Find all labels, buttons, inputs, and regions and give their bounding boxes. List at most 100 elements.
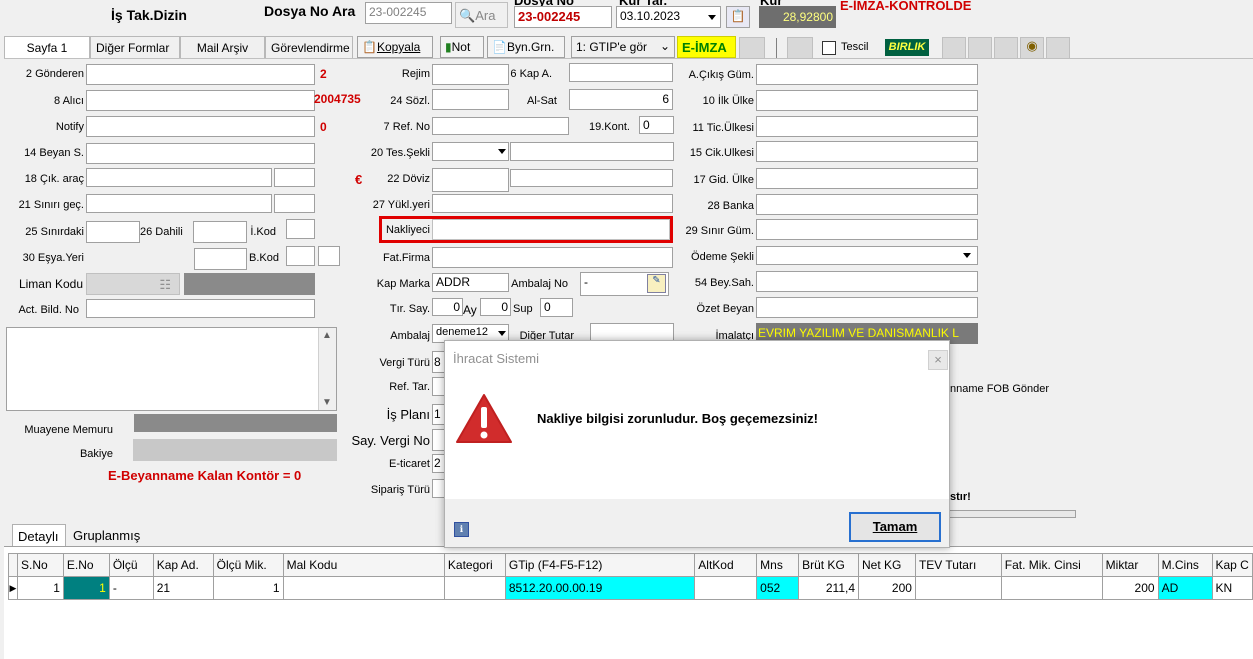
col-header[interactable]: Mns [756,553,800,577]
rejim-field[interactable] [432,64,509,85]
col-header[interactable]: Miktar [1101,553,1159,577]
cell-brut-kg[interactable]: 211,4 [798,576,860,600]
bkod-field[interactable] [286,246,315,266]
bottom-tab-gruplanmis[interactable]: Gruplanmış [68,527,145,544]
esya-yeri-field[interactable] [194,248,247,270]
sinirdaki-field[interactable] [86,221,140,243]
col-header[interactable]: Fat. Mik. Cinsi [1000,553,1103,577]
gid-ulke-field[interactable] [756,168,978,189]
scroll-up-icon[interactable]: ▲ [322,330,332,341]
tic-ulkesi-field[interactable] [756,116,978,137]
dahili-field[interactable] [193,221,247,243]
cell-fat-mik-cinsi[interactable] [1000,576,1103,600]
table-row[interactable]: ▶ 1 1 - 21 1 8512.20.00.00.19 052 211,4 … [8,576,1253,600]
not-button[interactable]: ▮Not [440,36,484,58]
dosya-no-field[interactable]: 23-002245 [514,6,612,28]
kap-marka-field[interactable]: ADDR [432,273,509,292]
cell-eno[interactable]: 1 [62,576,110,600]
toolbar-blank-button[interactable] [994,37,1018,59]
yukl-yeri-field[interactable] [432,194,673,213]
sinir-gec-code-field[interactable] [274,194,315,213]
cell-altkod[interactable] [694,576,758,600]
tes-sekli-select[interactable] [432,142,509,161]
ay-field[interactable]: 0 [480,298,511,316]
toolbar-blank-button[interactable] [942,37,966,59]
cik-arac-code-field[interactable] [274,168,315,187]
ara-button[interactable]: 🔍Ara [455,2,508,28]
sinir-gec-field[interactable] [86,194,272,213]
eimza-button[interactable]: E-İMZA [677,36,736,58]
cell-net-kg[interactable]: 200 [858,576,916,600]
col-header[interactable]: E.No [62,553,110,577]
liman-kodu-field[interactable]: ☷ [86,273,180,295]
cell-miktar[interactable]: 200 [1101,576,1159,600]
a-cikis-field[interactable] [756,64,978,85]
col-header[interactable]: TEV Tutarı [914,553,1002,577]
cell-kap-c[interactable]: KN [1211,576,1253,600]
bkod-field-2[interactable] [318,246,340,266]
beyan-field[interactable] [86,143,315,164]
col-header[interactable]: Ölçü Mik. [212,553,284,577]
kopyala-button[interactable]: 📋Kopyala [357,36,433,58]
byn-grn-button[interactable]: 📄Byn.Grn. [487,36,565,58]
alici-field[interactable] [86,90,315,111]
cell-kap-ad[interactable]: 21 [152,576,214,600]
toolbar-blank-button[interactable] [739,37,765,59]
nakliyeci-field[interactable] [432,219,670,240]
doviz-field[interactable] [432,168,509,192]
col-header[interactable]: M.Cins [1157,553,1213,577]
cell-olcu-mik[interactable]: 1 [212,576,284,600]
toolbar-blank-button[interactable] [968,37,992,59]
dialog-ok-button[interactable]: Tamam [849,512,941,542]
gtip-select[interactable]: 1: GTIP'e gör ⌄ [571,36,675,58]
col-header[interactable]: Kap Ad. [152,553,214,577]
cell-mns[interactable]: 052 [756,576,800,600]
tescil-checkbox[interactable] [822,41,836,55]
odeme-select[interactable] [756,246,978,265]
cell-mal-kodu[interactable] [282,576,445,600]
col-header[interactable]: Brüt KG [798,553,860,577]
search-input[interactable]: 23-002245 [365,2,452,24]
cell-kategori[interactable] [443,576,506,600]
edit-icon[interactable]: ✎ [647,274,666,293]
alsat-field[interactable]: 6 [569,89,673,110]
coins-button[interactable]: ◉ [1020,37,1044,59]
tab-mail-arsiv[interactable]: Mail Arşiv [180,36,265,58]
cell-m-cins[interactable]: AD [1157,576,1213,600]
sup-field[interactable]: 0 [540,298,573,317]
sinir-gum-field[interactable] [756,219,978,240]
ozet-field[interactable] [756,297,978,318]
kont-field[interactable]: 0 [639,116,674,134]
act-bild-field[interactable] [86,299,315,318]
notes-textarea[interactable]: ▲ ▼ [6,327,337,411]
cell-olcu[interactable]: - [108,576,154,600]
tes-sekli-desc-field[interactable] [510,142,674,161]
banka-field[interactable] [756,194,978,215]
cik-ulkesi-field[interactable] [756,141,978,162]
dialog-close-button[interactable]: × [928,350,948,370]
toolbar-blank-button[interactable] [1046,37,1070,59]
tir-say-field[interactable]: 0 [432,298,463,316]
col-header[interactable]: GTip (F4-F5-F12) [504,553,696,577]
gonderen-field[interactable] [86,64,315,85]
calendar-button[interactable]: 📋 [726,6,750,28]
col-header[interactable]: S.No [16,553,64,577]
bottom-tab-detayli[interactable]: Detaylı [12,524,66,546]
bey-sah-field[interactable] [756,271,978,292]
col-header[interactable]: Ölçü [108,553,154,577]
fat-firma-field[interactable] [432,247,673,268]
cell-sno[interactable]: 1 [16,576,64,600]
date-picker[interactable]: 03.10.2023 [616,6,721,28]
col-header[interactable]: Mal Kodu [282,553,445,577]
col-header[interactable]: AltKod [694,553,758,577]
scrollbar[interactable]: ▲ ▼ [318,328,336,410]
scroll-down-icon[interactable]: ▼ [322,397,332,408]
dialog-titlebar[interactable]: İhracat Sistemi × [445,341,949,377]
birlik-button[interactable]: BIRLIK [885,39,929,56]
notify-field[interactable] [86,116,315,137]
tab-gorevlendirme[interactable]: Görevlendirme [265,36,353,58]
cell-gtip[interactable]: 8512.20.00.00.19 [504,576,696,600]
col-header[interactable]: Net KG [858,553,916,577]
cik-arac-field[interactable] [86,168,272,187]
toolbar-blank-button[interactable] [787,37,813,59]
